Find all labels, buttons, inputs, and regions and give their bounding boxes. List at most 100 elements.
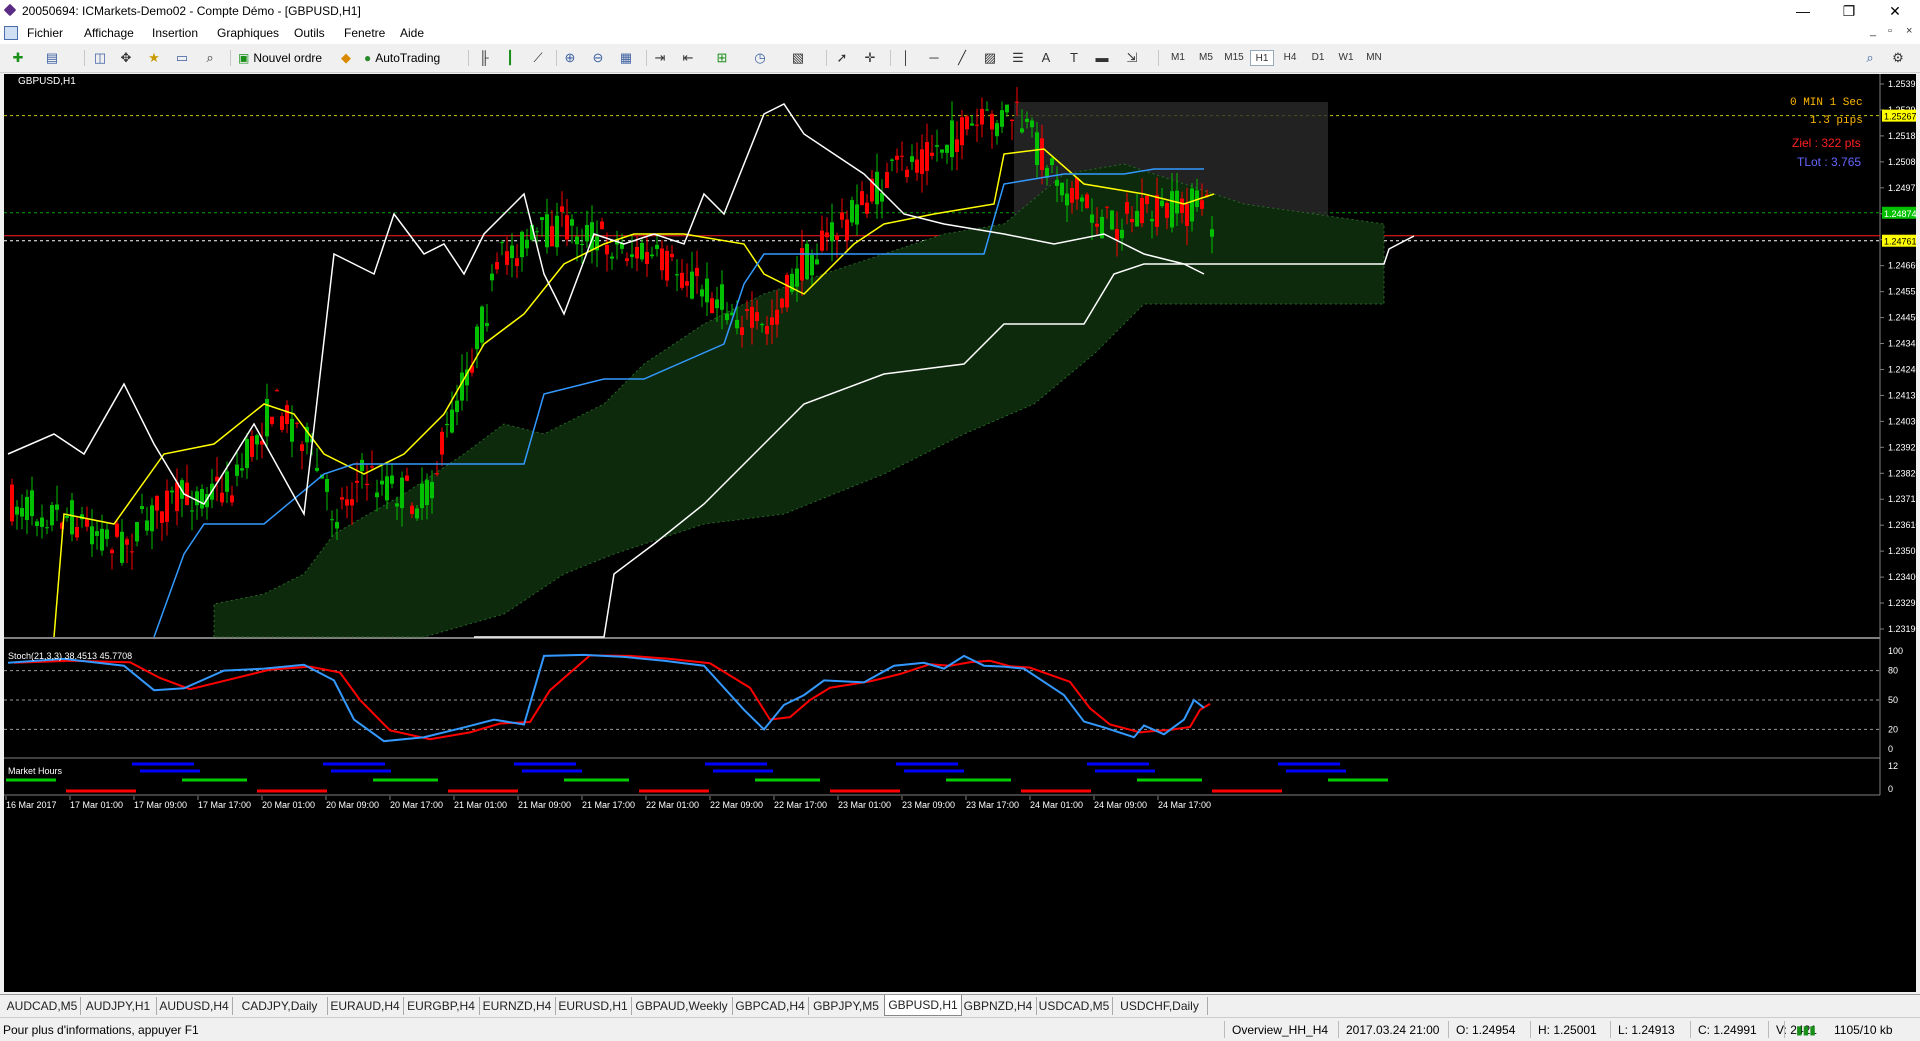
more-objects-icon[interactable]: ⇲ (1124, 50, 1140, 66)
menu-outils[interactable]: Outils (294, 26, 325, 40)
candle-body (190, 510, 194, 512)
profile-name[interactable]: Overview_HH_H4 (1232, 1023, 1328, 1037)
candle-body (980, 108, 984, 125)
candle-body (1090, 214, 1094, 223)
toolbar: ✚ ▤ ◫ ✥ ★ ▭ ⌕ ▣ Nouvel ordre ◆ ● AutoTra… (0, 44, 1920, 73)
ask-price-tag: 1.25267 (1884, 112, 1916, 122)
menu-fichier[interactable]: Fichier (27, 26, 63, 40)
chart-window-icon[interactable] (4, 26, 18, 40)
price-tick-label: 1.23610 (1888, 520, 1916, 530)
candle-body (975, 124, 979, 126)
strategy-tester-icon[interactable]: ⌕ (202, 50, 218, 66)
templates-icon[interactable]: ▧ (790, 50, 806, 66)
trendline-icon[interactable]: ╱ (954, 50, 970, 66)
tab-cadjpy-daily[interactable]: CADJPY,Daily (232, 997, 328, 1015)
timeframe-h4-button[interactable]: H4 (1278, 50, 1302, 66)
candle-body (1075, 177, 1079, 200)
vertical-line-icon[interactable]: │ (898, 50, 914, 66)
menu-affichage[interactable]: Affichage (84, 26, 134, 40)
menu-insertion[interactable]: Insertion (152, 26, 198, 40)
mdi-restore-button[interactable]: ▫ (1888, 25, 1892, 37)
tab-gbpjpy-m5[interactable]: GBPJPY,M5 (808, 997, 885, 1015)
stoch-main-line (7, 653, 1205, 743)
mdi-minimize-button[interactable]: _ (1870, 25, 1876, 37)
indicators-icon[interactable]: ⊞ (714, 50, 730, 66)
new-order-label: Nouvel ordre (253, 51, 323, 65)
tab-audusd-h4[interactable]: AUDUSD,H4 (156, 997, 233, 1015)
settings-icon[interactable]: ⚙ (1890, 50, 1906, 66)
metaeditor-icon[interactable]: ◆ (338, 50, 354, 66)
candle-body (1200, 200, 1204, 209)
menu-graphiques[interactable]: Graphiques (217, 26, 279, 40)
maximize-button[interactable]: ❐ (1826, 0, 1872, 22)
timeframe-w1-button[interactable]: W1 (1334, 50, 1358, 66)
tab-gbpnzd-h4[interactable]: GBPNZD,H4 (960, 997, 1037, 1015)
tab-gbpaud-weekly[interactable]: GBPAUD,Weekly (631, 997, 733, 1015)
zoom-out-icon[interactable]: ⊖ (590, 50, 606, 66)
navigator-icon[interactable]: ★ (146, 50, 162, 66)
horizontal-line-icon[interactable]: ─ (926, 50, 942, 66)
minimize-button[interactable]: — (1780, 0, 1826, 22)
candle-body (435, 473, 439, 475)
tab-audjpy-h1[interactable]: AUDJPY,H1 (80, 997, 157, 1015)
search-icon[interactable]: ⌕ (1862, 50, 1878, 66)
chart-window[interactable]: 1.253951.252901.251851.250801.249751.248… (4, 74, 1916, 992)
tab-eurgbp-h4[interactable]: EURGBP,H4 (403, 997, 480, 1015)
time-tick-label: 24 Mar 17:00 (1158, 800, 1211, 810)
timeframe-m5-button[interactable]: M5 (1194, 50, 1218, 66)
tab-euraud-h4[interactable]: EURAUD,H4 (327, 997, 404, 1015)
chart-shift-icon[interactable]: ⇤ (680, 50, 696, 66)
periods-icon[interactable]: ◷ (752, 50, 768, 66)
timeframe-h1-button[interactable]: H1 (1250, 50, 1274, 66)
candle-body (1140, 198, 1144, 224)
channel-icon[interactable]: ▨ (982, 50, 998, 66)
tab-usdcad-m5[interactable]: USDCAD,M5 (1036, 997, 1113, 1015)
close-button[interactable]: ✕ (1872, 0, 1918, 22)
candlestick-icon[interactable]: ┃ (502, 50, 518, 66)
profiles-icon[interactable]: ▤ (44, 50, 60, 66)
time-tick-label: 17 Mar 17:00 (198, 800, 251, 810)
tab-eurusd-h1[interactable]: EURUSD,H1 (555, 997, 632, 1015)
timeframe-m15-button[interactable]: M15 (1222, 50, 1246, 66)
arrow-shapes-icon[interactable]: ▬ (1094, 50, 1110, 66)
candle-body (515, 258, 519, 266)
text-label-icon[interactable]: T (1066, 50, 1082, 66)
menu-aide[interactable]: Aide (400, 26, 424, 40)
candle-body (120, 531, 124, 563)
timeframe-m1-button[interactable]: M1 (1166, 50, 1190, 66)
tab-audcad-m5[interactable]: AUDCAD,M5 (4, 997, 81, 1015)
autoscroll-icon[interactable]: ⇥ (652, 50, 668, 66)
candle-body (785, 274, 789, 308)
cursor-icon[interactable]: ➚ (834, 50, 850, 66)
bar-chart-icon[interactable]: ╟ (476, 50, 492, 66)
new-order-button[interactable]: ▣ Nouvel ordre (238, 48, 322, 68)
new-chart-icon[interactable]: ✚ (10, 50, 26, 66)
chart-canvas[interactable]: 1.253951.252901.251851.250801.249751.248… (4, 74, 1916, 992)
fibonacci-icon[interactable]: ☰ (1010, 50, 1026, 66)
data-window-icon[interactable]: ✥ (118, 50, 134, 66)
connection-icon: ▮▮▮ (1796, 1023, 1816, 1037)
tab-eurnzd-h4[interactable]: EURNZD,H4 (479, 997, 556, 1015)
tab-gbpcad-h4[interactable]: GBPCAD,H4 (732, 997, 809, 1015)
crosshair-icon[interactable]: ✛ (862, 50, 878, 66)
menu-fenetre[interactable]: Fenetre (344, 26, 385, 40)
price-tick-label: 1.24450 (1888, 313, 1916, 323)
terminal-icon[interactable]: ▭ (174, 50, 190, 66)
timeframe-mn-button[interactable]: MN (1362, 50, 1386, 66)
zoom-in-icon[interactable]: ⊕ (562, 50, 578, 66)
timeframe-d1-button[interactable]: D1 (1306, 50, 1330, 66)
autotrading-label: AutoTrading (375, 51, 441, 65)
candle-body (815, 259, 819, 265)
tile-windows-icon[interactable]: ▦ (618, 50, 634, 66)
time-tick-label: 21 Mar 01:00 (454, 800, 507, 810)
time-tick-label: 16 Mar 2017 (6, 800, 57, 810)
tab-gbpusd-h1[interactable]: GBPUSD,H1 (884, 995, 962, 1016)
candle-body (520, 231, 524, 258)
market-watch-icon[interactable]: ◫ (92, 50, 108, 66)
autotrading-button[interactable]: ● AutoTrading (364, 48, 440, 68)
text-icon[interactable]: A (1038, 50, 1054, 66)
tab-usdchf-daily[interactable]: USDCHF,Daily (1112, 997, 1208, 1015)
line-chart-icon[interactable]: ⟋ (530, 50, 546, 66)
traffic-indicator[interactable]: 1105/10 kb (1834, 1023, 1893, 1037)
mdi-close-button[interactable]: × (1906, 25, 1912, 37)
